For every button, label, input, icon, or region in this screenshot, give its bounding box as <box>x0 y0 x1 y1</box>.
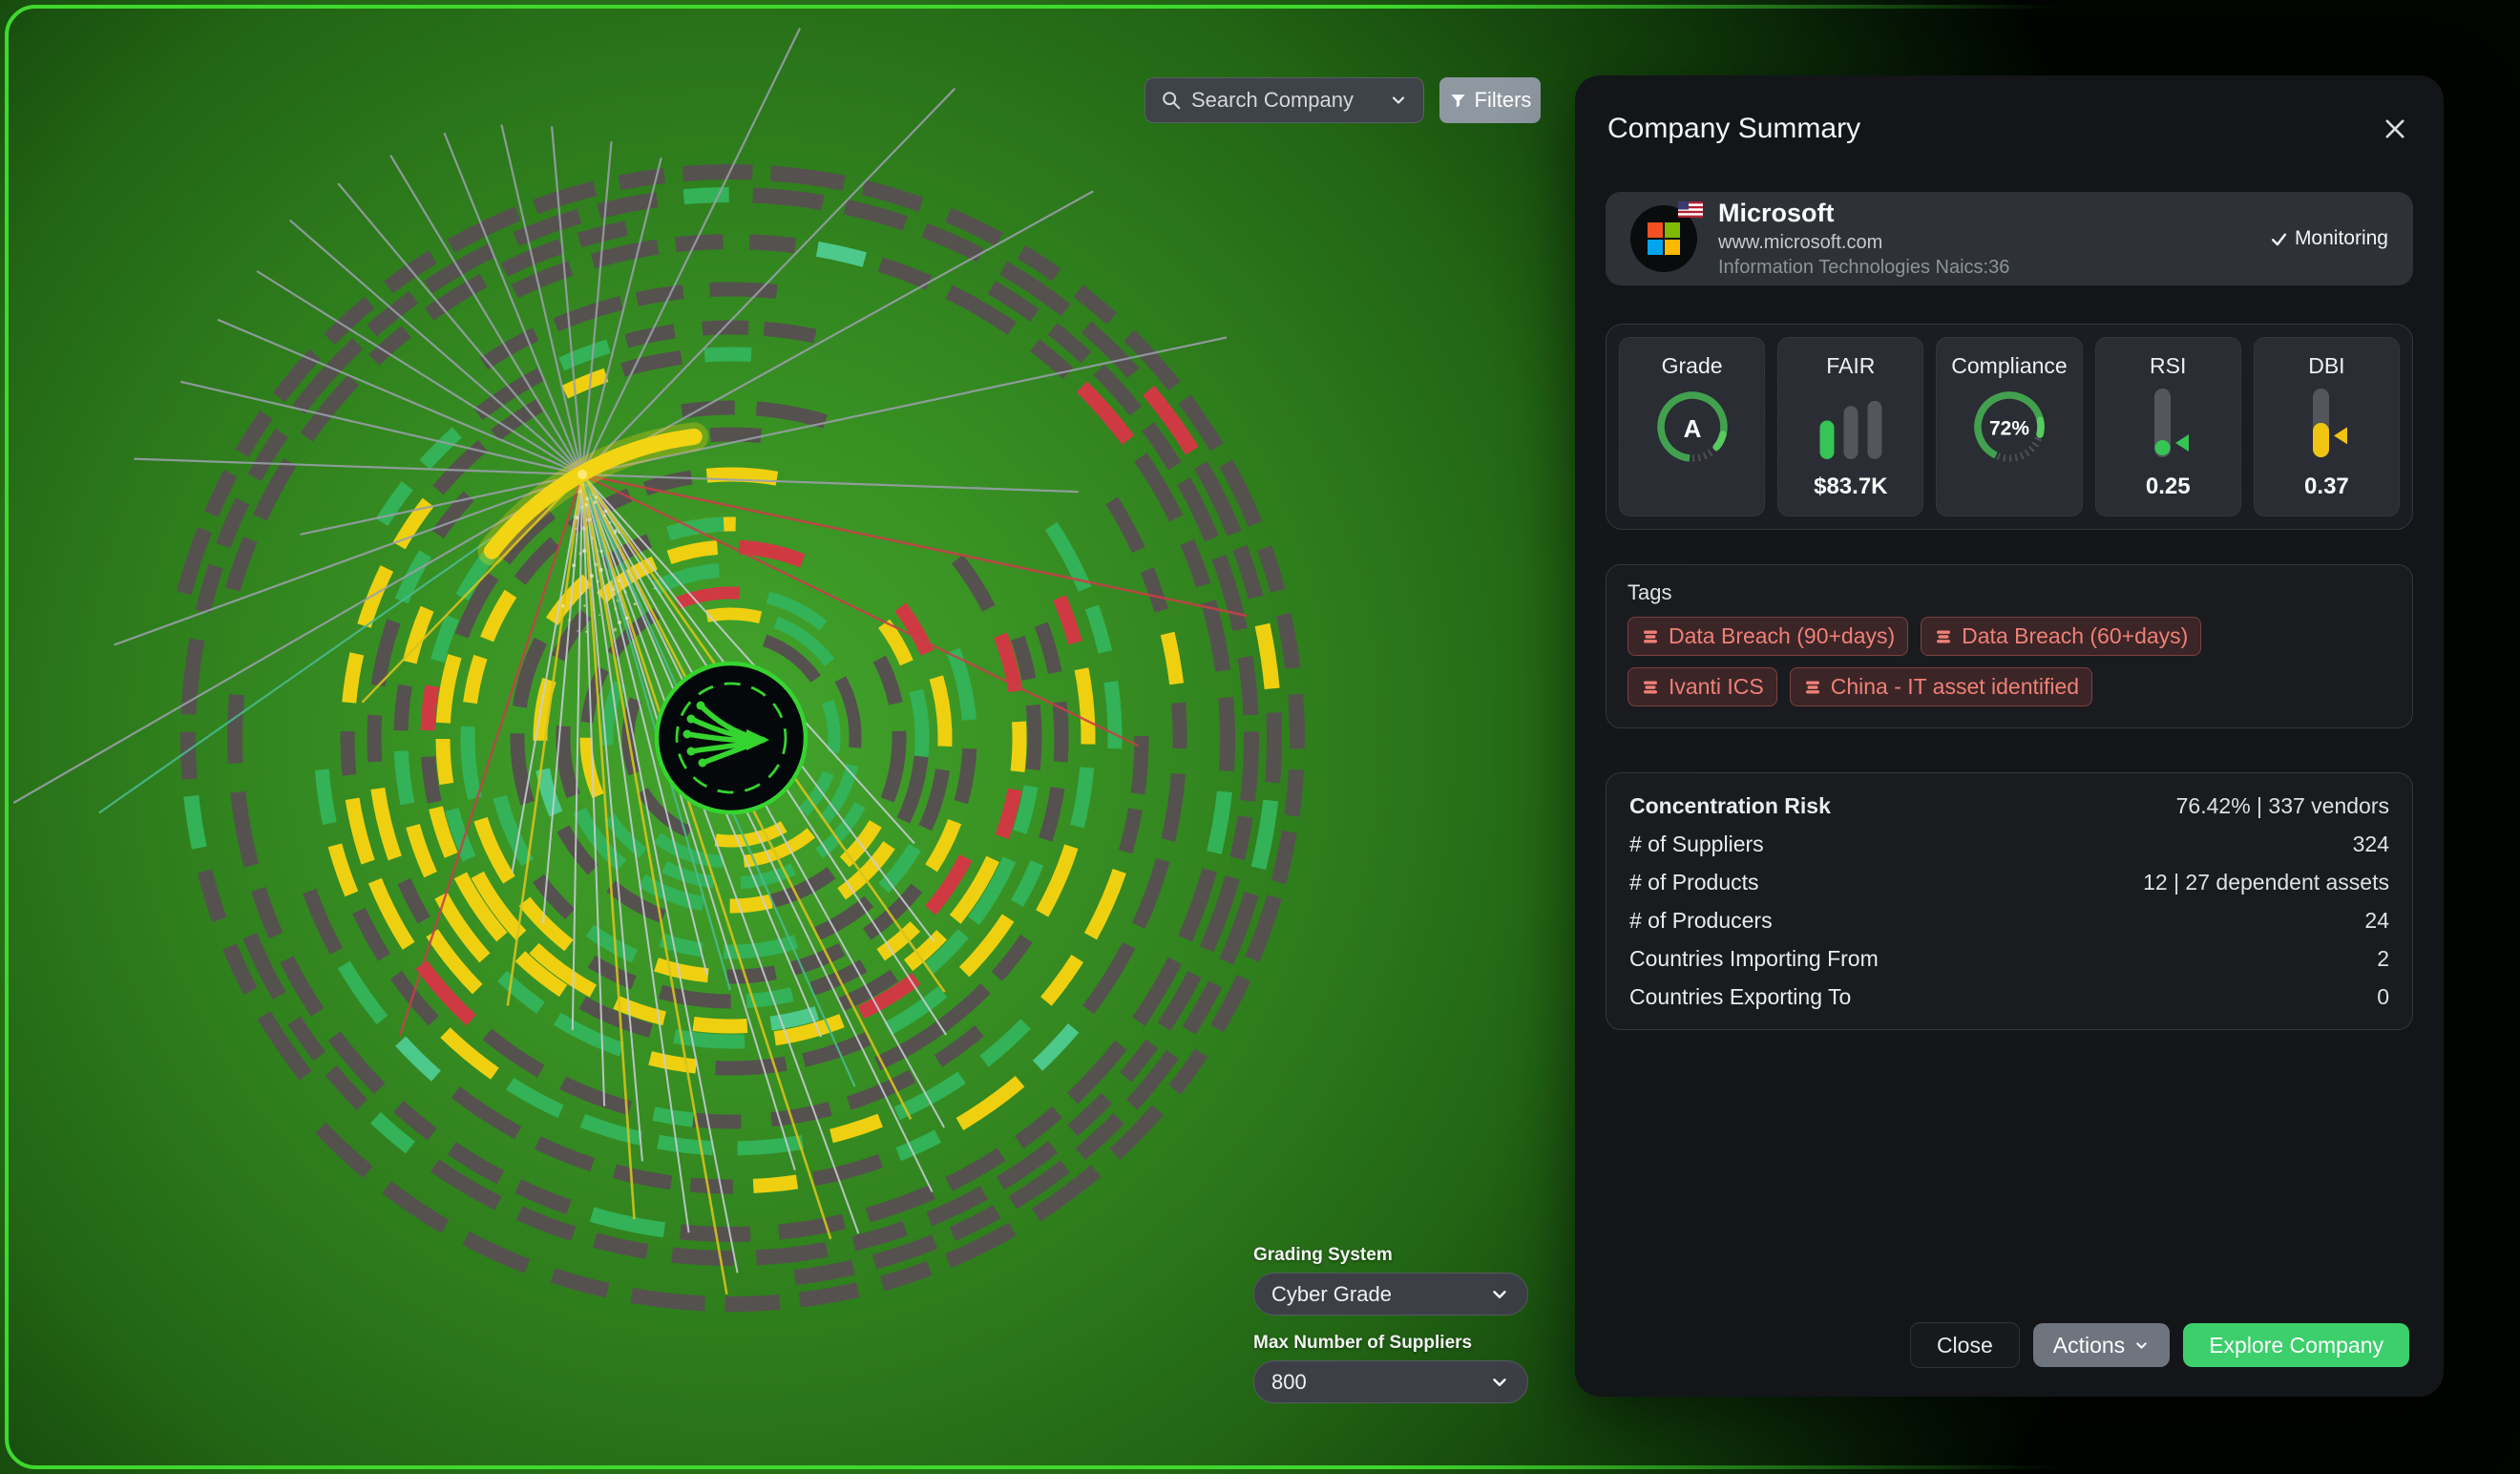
stat-row: Concentration Risk 76.42% | 337 vendors <box>1629 787 2389 825</box>
microsoft-logo-icon <box>1647 221 1681 256</box>
check-icon <box>2270 230 2288 248</box>
close-button[interactable]: Close <box>1910 1322 2020 1368</box>
tags-section: Tags Data Breach (90+days) Data Breach (6… <box>1606 564 2413 728</box>
stat-label: # of Producers <box>1629 908 1773 934</box>
company-url: www.microsoft.com <box>1718 232 2009 254</box>
stat-label: Countries Exporting To <box>1629 984 1851 1010</box>
company-name: Microsoft <box>1718 199 2009 228</box>
company-summary-panel: Company Summary <box>1575 75 2444 1397</box>
metrics-row: Grade A FAIR $83.7K Compliance 72% RSI 0.25 DBI 0… <box>1606 324 2413 530</box>
app-canvas: Search Company Filters Grading System Cy… <box>0 0 2520 1474</box>
search-icon <box>1161 90 1182 111</box>
graph-controls: Grading System Cyber Grade Max Number of… <box>1253 1245 1528 1421</box>
metric-card-rsi[interactable]: RSI 0.25 <box>2095 337 2241 516</box>
risk-tag[interactable]: China - IT asset identified <box>1790 667 2092 706</box>
stat-label: # of Suppliers <box>1629 832 1764 857</box>
tags-title: Tags <box>1628 580 2391 605</box>
risk-tag[interactable]: Data Breach (90+days) <box>1628 617 1908 656</box>
svg-text:72%: 72% <box>1989 417 2029 439</box>
grading-system-value: Cyber Grade <box>1271 1282 1392 1307</box>
tag-label: Data Breach (60+days) <box>1962 623 2188 649</box>
grading-system-label: Grading System <box>1253 1245 1528 1266</box>
center-company-logo[interactable] <box>657 663 806 812</box>
company-header-card[interactable]: Microsoft www.microsoft.com Information … <box>1606 192 2413 285</box>
metric-label: RSI <box>2150 353 2186 379</box>
tag-label: China - IT asset identified <box>1831 674 2079 700</box>
stack-icon <box>1803 678 1822 697</box>
risk-tag[interactable]: Data Breach (60+days) <box>1921 617 2201 656</box>
tag-label: Ivanti ICS <box>1669 674 1764 700</box>
close-icon[interactable] <box>2379 113 2411 145</box>
stat-value: 12 | 27 dependent assets <box>2143 870 2389 895</box>
stat-row: # of Suppliers 324 <box>1629 825 2389 863</box>
max-suppliers-select[interactable]: 800 <box>1253 1360 1528 1403</box>
chevron-down-icon <box>1489 1284 1510 1305</box>
chevron-down-icon <box>1489 1372 1510 1393</box>
filters-label: Filters <box>1475 88 1532 113</box>
chevron-down-icon <box>1389 91 1408 110</box>
monitoring-badge: Monitoring <box>2270 227 2388 250</box>
metric-label: DBI <box>2308 353 2344 379</box>
metric-card-compliance[interactable]: Compliance 72% <box>1936 337 2082 516</box>
fair-indicator <box>1805 379 1897 474</box>
actions-label: Actions <box>2053 1333 2125 1358</box>
grade-indicator: A <box>1647 379 1738 474</box>
company-search-dropdown[interactable]: Search Company <box>1144 77 1424 123</box>
filter-funnel-icon <box>1449 92 1467 110</box>
rsi-indicator <box>2122 379 2214 474</box>
grading-system-select[interactable]: Cyber Grade <box>1253 1273 1528 1316</box>
metric-value: 0.37 <box>2304 474 2349 502</box>
max-suppliers-label: Max Number of Suppliers <box>1253 1333 1528 1354</box>
metric-card-fair[interactable]: FAIR $83.7K <box>1777 337 1923 516</box>
actions-button[interactable]: Actions <box>2033 1323 2170 1367</box>
panel-footer: Close Actions Explore Company <box>1910 1322 2409 1368</box>
metric-label: Grade <box>1662 353 1723 379</box>
metric-value: $83.7K <box>1814 474 1887 502</box>
metric-card-dbi[interactable]: DBI 0.37 <box>2254 337 2400 516</box>
stat-label: Countries Importing From <box>1629 946 1879 972</box>
stack-icon <box>1934 627 1953 646</box>
chevron-down-icon <box>2133 1337 2150 1354</box>
svg-text:A: A <box>1683 414 1701 443</box>
tag-label: Data Breach (90+days) <box>1669 623 1895 649</box>
stat-label: # of Products <box>1629 870 1759 895</box>
stack-icon <box>1641 627 1660 646</box>
metric-label: FAIR <box>1826 353 1875 379</box>
compliance-indicator: 72% <box>1964 379 2055 474</box>
stats-section: Concentration Risk 76.42% | 337 vendors # … <box>1606 772 2413 1030</box>
stat-value: 324 <box>2353 832 2389 857</box>
dbi-indicator <box>2280 379 2372 474</box>
stat-row: # of Producers 24 <box>1629 901 2389 939</box>
search-placeholder: Search Company <box>1191 88 1379 113</box>
metric-label: Compliance <box>1951 353 2067 379</box>
filters-button[interactable]: Filters <box>1439 77 1541 123</box>
company-industry: Information Technologies Naics:36 <box>1718 257 2009 279</box>
stat-value: 2 <box>2377 946 2389 972</box>
metric-value: 0.25 <box>2146 474 2191 502</box>
risk-tag[interactable]: Ivanti ICS <box>1628 667 1777 706</box>
us-flag-icon <box>1678 201 1703 218</box>
stack-icon <box>1641 678 1660 697</box>
monitoring-label: Monitoring <box>2295 227 2388 250</box>
stat-label: Concentration Risk <box>1629 793 1831 819</box>
metric-card-grade[interactable]: Grade A <box>1619 337 1765 516</box>
stat-value: 24 <box>2364 908 2389 934</box>
explore-company-button[interactable]: Explore Company <box>2183 1323 2409 1367</box>
max-suppliers-value: 800 <box>1271 1370 1307 1395</box>
stat-row: Countries Importing From 2 <box>1629 939 2389 978</box>
panel-title: Company Summary <box>1607 113 1860 145</box>
stat-value: 76.42% | 337 vendors <box>2176 793 2389 819</box>
stat-row: # of Products 12 | 27 dependent assets <box>1629 863 2389 901</box>
stat-row: Countries Exporting To 0 <box>1629 978 2389 1016</box>
stat-value: 0 <box>2377 984 2389 1010</box>
